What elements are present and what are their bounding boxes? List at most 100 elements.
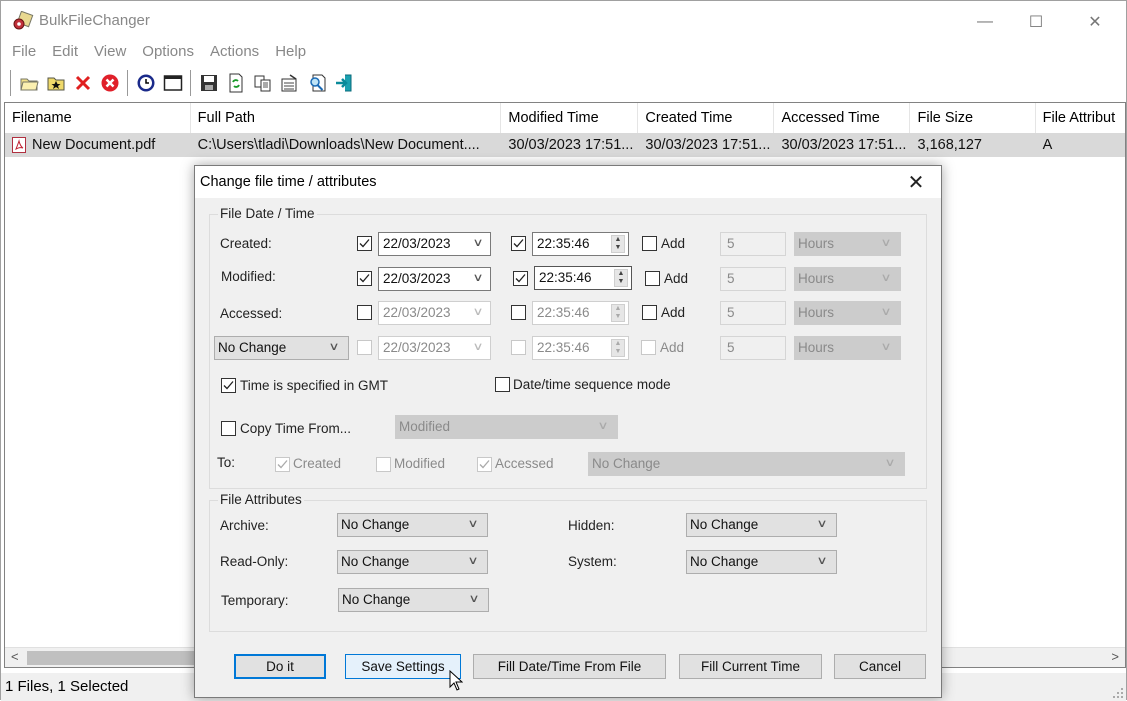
extra-date-picker[interactable]: 22/03/2023 ∨	[378, 336, 491, 360]
add-folder-button[interactable]	[42, 70, 69, 96]
close-button[interactable]: ✕	[1072, 7, 1118, 37]
to-accessed-checkbox[interactable]	[477, 457, 492, 472]
change-time-button[interactable]	[132, 70, 159, 96]
modified-date-checkbox[interactable]	[357, 271, 372, 286]
table-row[interactable]: New Document.pdf C:\Users\tladi\Download…	[5, 133, 1125, 157]
mode-value: No Change	[218, 340, 287, 355]
save-button[interactable]	[195, 70, 222, 96]
checkmark-icon	[359, 239, 370, 248]
extra-date-checkbox[interactable]	[357, 340, 372, 355]
clock-icon	[137, 74, 154, 92]
modified-add-amount[interactable]: 5	[720, 267, 786, 291]
to-accessed-label: Accessed	[495, 456, 554, 471]
menu-options[interactable]: Options	[134, 41, 202, 65]
refresh-button[interactable]	[222, 70, 249, 96]
to-created-checkbox[interactable]	[275, 457, 290, 472]
readonly-select[interactable]: No Change ∨	[337, 550, 488, 574]
accessed-add-unit[interactable]: Hours ∨	[794, 301, 901, 325]
accessed-time-picker[interactable]: 22:35:46 ▲ ▼	[532, 301, 629, 325]
column-file-size[interactable]: File Size	[910, 103, 1036, 133]
cell-size: 3,168,127	[917, 137, 982, 153]
copy-source-select[interactable]: Modified ∨	[395, 415, 618, 439]
column-accessed-time[interactable]: Accessed Time	[774, 103, 911, 133]
scroll-left-arrow[interactable]: <	[11, 649, 19, 664]
unit-value: Hours	[798, 305, 835, 320]
to-mode-select[interactable]: No Change ∨	[588, 452, 905, 476]
copy-time-checkbox[interactable]	[221, 421, 236, 436]
created-date-picker[interactable]: 22/03/2023 ∨	[378, 232, 491, 256]
spinner-icon[interactable]: ▲ ▼	[614, 269, 628, 287]
accessed-add-checkbox[interactable]	[642, 305, 657, 320]
scrollbar-thumb[interactable]	[27, 651, 207, 665]
open-files-button[interactable]	[15, 70, 42, 96]
clear-all-button[interactable]	[96, 70, 123, 96]
archive-select[interactable]: No Change ∨	[337, 513, 488, 537]
extra-time-picker[interactable]: 22:35:46 ▲ ▼	[532, 336, 629, 360]
column-file-attributes[interactable]: File Attribut	[1036, 103, 1125, 133]
created-add-checkbox[interactable]	[642, 236, 657, 251]
modified-time-picker[interactable]: 22:35:46 ▲ ▼	[534, 266, 632, 290]
modified-date-value: 22/03/2023	[383, 271, 451, 286]
system-value: No Change	[690, 554, 759, 569]
menu-view[interactable]: View	[86, 41, 134, 65]
find-button[interactable]	[303, 70, 330, 96]
properties-icon	[281, 74, 296, 92]
chevron-down-icon: ∨	[328, 341, 340, 353]
to-modified-checkbox[interactable]	[376, 457, 391, 472]
spinner-icon[interactable]: ▲ ▼	[611, 339, 625, 357]
toolbar-separator	[127, 70, 128, 96]
accessed-date-checkbox[interactable]	[357, 305, 372, 320]
menu-actions[interactable]: Actions	[202, 41, 267, 65]
properties-button[interactable]	[276, 70, 303, 96]
extra-time-checkbox[interactable]	[511, 340, 526, 355]
modified-add-label: Add	[664, 271, 689, 286]
menu-file[interactable]: File	[4, 41, 44, 65]
resize-grip-icon[interactable]	[1112, 687, 1124, 699]
accessed-add-amount[interactable]: 5	[720, 301, 786, 325]
column-full-path[interactable]: Full Path	[191, 103, 502, 133]
checkmark-icon	[515, 274, 526, 283]
window-button[interactable]	[159, 70, 186, 96]
created-add-unit[interactable]: Hours ∨	[794, 232, 901, 256]
gmt-checkbox[interactable]	[221, 378, 236, 393]
modified-date-picker[interactable]: 22/03/2023 ∨	[378, 267, 491, 291]
extra-add-checkbox[interactable]	[641, 340, 656, 355]
created-time-picker[interactable]: 22:35:46 ▲ ▼	[532, 232, 629, 256]
exit-button[interactable]	[330, 70, 357, 96]
cancel-button[interactable]: Cancel	[834, 654, 926, 679]
modified-time-checkbox[interactable]	[513, 271, 528, 286]
sequence-mode-checkbox[interactable]	[495, 377, 510, 392]
copy-button[interactable]	[249, 70, 276, 96]
fill-current-time-button[interactable]: Fill Current Time	[679, 654, 822, 679]
menu-edit[interactable]: Edit	[44, 41, 86, 65]
spinner-icon[interactable]: ▲ ▼	[611, 304, 625, 322]
column-filename[interactable]: Filename	[5, 103, 191, 133]
scroll-right-arrow[interactable]: >	[1111, 649, 1119, 664]
cell-accessed: 30/03/2023 17:51...	[781, 137, 907, 153]
created-time-checkbox[interactable]	[511, 236, 526, 251]
extra-add-unit[interactable]: Hours ∨	[794, 336, 901, 360]
system-select[interactable]: No Change ∨	[686, 550, 837, 574]
modified-add-checkbox[interactable]	[645, 271, 660, 286]
extra-time-mode-select[interactable]: No Change ∨	[214, 336, 349, 360]
minimize-button[interactable]: —	[962, 7, 1008, 37]
maximize-button[interactable]: ☐	[1013, 7, 1059, 37]
created-date-checkbox[interactable]	[357, 236, 372, 251]
column-created-time[interactable]: Created Time	[638, 103, 775, 133]
remove-button[interactable]	[69, 70, 96, 96]
hidden-select[interactable]: No Change ∨	[686, 513, 837, 537]
do-it-button[interactable]: Do it	[234, 654, 326, 679]
created-add-amount[interactable]: 5	[720, 232, 786, 256]
accessed-date-picker[interactable]: 22/03/2023 ∨	[378, 301, 491, 325]
accessed-time-checkbox[interactable]	[511, 305, 526, 320]
menu-help[interactable]: Help	[267, 41, 314, 65]
spinner-icon[interactable]: ▲ ▼	[611, 235, 625, 253]
save-settings-button[interactable]: Save Settings	[345, 654, 461, 679]
temporary-select[interactable]: No Change ∨	[338, 588, 489, 612]
dialog-close-button[interactable]: ✕	[897, 168, 935, 196]
column-modified-time[interactable]: Modified Time	[501, 103, 639, 133]
extra-add-amount[interactable]: 5	[720, 336, 786, 360]
accessed-time-value: 22:35:46	[537, 305, 590, 320]
fill-from-file-button[interactable]: Fill Date/Time From File	[473, 654, 666, 679]
modified-add-unit[interactable]: Hours ∨	[794, 267, 901, 291]
